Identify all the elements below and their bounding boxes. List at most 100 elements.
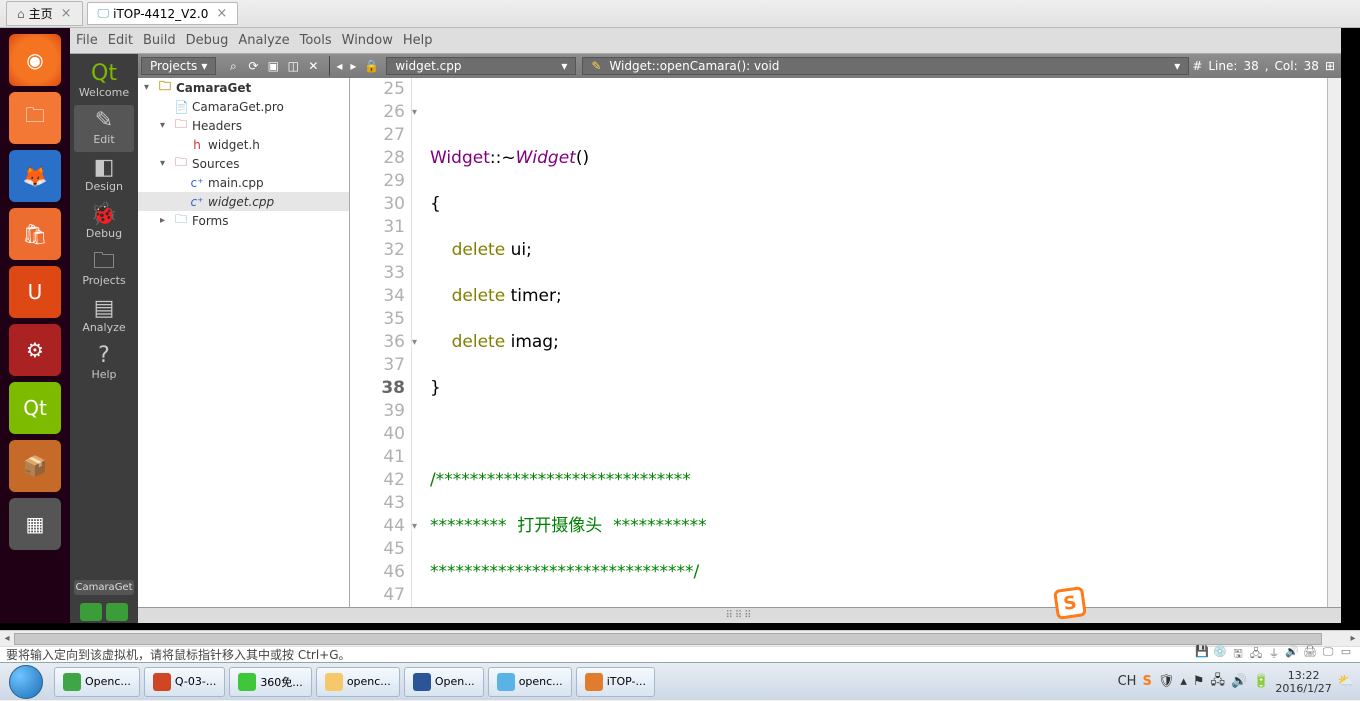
pencil-icon: ✎ bbox=[591, 59, 601, 73]
mode-welcome[interactable]: QtWelcome bbox=[74, 58, 134, 105]
flag-icon[interactable]: ⚑ bbox=[1193, 674, 1205, 689]
package-icon[interactable]: 📦 bbox=[9, 440, 61, 492]
firefox-icon[interactable]: 🦊 bbox=[9, 150, 61, 202]
chevron-up-icon[interactable]: ▴ bbox=[1180, 674, 1187, 689]
vm-hint-bar: 要将输入定向到该虚拟机，请将鼠标指针移入其中或按 Ctrl+G。 💾 💿 🖫 🖧… bbox=[0, 646, 1360, 662]
task-item[interactable]: openc... bbox=[316, 667, 400, 697]
clock-date: 2016/1/27 bbox=[1275, 682, 1331, 695]
mode-debug[interactable]: 🐞Debug bbox=[74, 199, 134, 246]
fold-icon[interactable]: ▾ bbox=[412, 331, 417, 354]
mode-edit[interactable]: ✎Edit bbox=[74, 105, 134, 152]
task-item[interactable]: iTOP-... bbox=[576, 667, 655, 697]
code-editor[interactable]: 252627 282930 313233 343536 373839 40414… bbox=[350, 78, 1327, 607]
task-item[interactable]: Openc... bbox=[54, 667, 140, 697]
system-tray: CH S 🛡 ▴ ⚑ 🖧 🔊 🔋 13:22 2016/1/27 ⛅ bbox=[1112, 669, 1360, 695]
scroll-left-icon[interactable]: ◂ bbox=[0, 631, 14, 647]
tree-forms[interactable]: ▸🗀Forms bbox=[138, 211, 349, 230]
menu-debug[interactable]: Debug bbox=[186, 33, 229, 48]
vm-tab-home[interactable]: ⌂ 主页 × bbox=[6, 1, 83, 26]
split-icon[interactable]: ◫ bbox=[285, 59, 301, 74]
tree-widget-cpp[interactable]: c⁺widget.cpp bbox=[138, 192, 349, 211]
menu-build[interactable]: Build bbox=[143, 33, 176, 48]
workspace-switcher-icon[interactable]: ▦ bbox=[9, 498, 61, 550]
taskbar-clock[interactable]: 13:22 2016/1/27 bbox=[1275, 669, 1331, 695]
home-icon: ⌂ bbox=[17, 7, 25, 21]
task-item[interactable]: openc... bbox=[488, 667, 572, 697]
code-line: delete ui; bbox=[430, 239, 1327, 262]
app-icon bbox=[238, 673, 256, 691]
qtcreator-modebar: QtWelcome ✎Edit ◧Design 🐞Debug 🗀Projects… bbox=[70, 54, 138, 623]
close-pane-icon[interactable]: ✕ bbox=[305, 59, 321, 74]
file-dropdown[interactable]: widget.cpp▾ bbox=[386, 57, 576, 75]
settings-icon[interactable]: ⚙ bbox=[9, 324, 61, 376]
weather-icon[interactable]: ⛅ bbox=[1338, 674, 1354, 689]
code-line: ********* 打开摄像头 *********** bbox=[430, 515, 1327, 538]
mode-help[interactable]: ?Help bbox=[74, 340, 134, 387]
fold-icon[interactable]: ▾ bbox=[412, 515, 417, 538]
task-item[interactable]: Open... bbox=[404, 667, 484, 697]
tree-pro-file[interactable]: 📄CamaraGet.pro bbox=[138, 97, 349, 116]
editor-vertical-scrollbar[interactable] bbox=[1327, 78, 1341, 607]
ubuntu-one-icon[interactable]: U bbox=[9, 266, 61, 318]
volume-icon[interactable]: 🔊 bbox=[1231, 674, 1247, 689]
nav-fwd-icon[interactable]: ▸ bbox=[346, 59, 360, 73]
run-buttons bbox=[80, 599, 128, 623]
menu-analyze[interactable]: Analyze bbox=[238, 33, 289, 48]
close-icon[interactable]: × bbox=[216, 6, 227, 21]
ubuntu-desktop: File Edit Build Debug Analyze Tools Wind… bbox=[0, 28, 1341, 623]
code-line: } bbox=[430, 377, 1327, 400]
filter-icon[interactable]: ⌕ bbox=[225, 59, 241, 74]
tree-sources[interactable]: ▾🗀Sources bbox=[138, 154, 349, 173]
project-selector[interactable]: CamaraGet bbox=[74, 580, 134, 595]
chevron-down-icon: ▾ bbox=[1174, 59, 1180, 73]
files-icon[interactable]: 🗀 bbox=[9, 92, 61, 144]
software-center-icon[interactable]: 🛍 bbox=[9, 208, 61, 260]
tree-project-root[interactable]: ▾🗀CamaraGet bbox=[138, 78, 349, 97]
run-icon[interactable] bbox=[80, 603, 102, 621]
close-icon[interactable]: × bbox=[61, 6, 72, 21]
battery-icon[interactable]: 🔋 bbox=[1253, 674, 1269, 689]
qtcreator-icon[interactable]: Qt bbox=[9, 382, 61, 434]
lang-indicator[interactable]: CH bbox=[1118, 674, 1137, 689]
task-item[interactable]: 360免... bbox=[229, 667, 312, 697]
app-icon bbox=[153, 673, 171, 691]
nav-back-icon[interactable]: ◂ bbox=[332, 59, 346, 73]
mode-projects[interactable]: 🗀Projects bbox=[74, 246, 134, 293]
sync-icon[interactable]: ⟳ bbox=[245, 59, 261, 74]
task-item[interactable]: Q-03-... bbox=[144, 667, 225, 697]
symbol-dropdown[interactable]: ✎Widget::openCamara(): void▾ bbox=[582, 57, 1189, 75]
network-icon[interactable]: 🖧 bbox=[1211, 671, 1226, 693]
tree-headers[interactable]: ▾🗀Headers bbox=[138, 116, 349, 135]
pane-splitter[interactable]: ⠿⠿⠿ bbox=[138, 607, 1341, 623]
sogou-ime-icon[interactable]: S bbox=[1053, 586, 1087, 620]
chevron-down-icon: ▾ bbox=[561, 59, 567, 73]
code-line: delete imag; bbox=[430, 331, 1327, 354]
vm-horizontal-scrollbar[interactable]: ◂ ▸ bbox=[0, 630, 1360, 646]
tree-main-cpp[interactable]: c⁺main.cpp bbox=[138, 173, 349, 192]
menu-tools[interactable]: Tools bbox=[300, 33, 332, 48]
lock-icon[interactable]: 🔒 bbox=[360, 59, 383, 73]
menu-file[interactable]: File bbox=[76, 33, 98, 48]
split-editor-icon[interactable]: ⊞ bbox=[1325, 59, 1335, 73]
projects-dropdown[interactable]: Projects▾ bbox=[141, 57, 216, 75]
menu-help[interactable]: Help bbox=[403, 33, 433, 48]
vm-tab-session[interactable]: 🖵 iTOP-4412_V2.0 × bbox=[87, 2, 239, 25]
hash-label: # bbox=[1192, 59, 1202, 73]
dash-icon[interactable]: ◉ bbox=[9, 34, 61, 86]
code-body[interactable]: Widget::~Widget() { delete ui; delete ti… bbox=[430, 78, 1327, 607]
vm-display: File Edit Build Debug Analyze Tools Wind… bbox=[0, 28, 1360, 630]
run-debug-icon[interactable] bbox=[106, 603, 128, 621]
qtcreator-toolbar: Projects▾ ⌕ ⟳ ▣ ◫ ✕ ◂ ▸ 🔒 widget.cpp▾ ✎W… bbox=[138, 54, 1341, 78]
menu-edit[interactable]: Edit bbox=[108, 33, 133, 48]
shield-icon[interactable]: 🛡 bbox=[1158, 674, 1175, 689]
start-button[interactable] bbox=[0, 663, 52, 701]
code-line bbox=[430, 101, 1327, 124]
fold-icon[interactable]: ▾ bbox=[412, 101, 417, 124]
menu-window[interactable]: Window bbox=[342, 33, 393, 48]
sogou-tray-icon[interactable]: S bbox=[1142, 674, 1151, 689]
mode-analyze[interactable]: ▤Analyze bbox=[74, 293, 134, 340]
collapse-icon[interactable]: ▣ bbox=[265, 59, 281, 74]
tree-widget-h[interactable]: hwidget.h bbox=[138, 135, 349, 154]
mode-design[interactable]: ◧Design bbox=[74, 152, 134, 199]
scrollbar-thumb[interactable] bbox=[14, 633, 1322, 645]
